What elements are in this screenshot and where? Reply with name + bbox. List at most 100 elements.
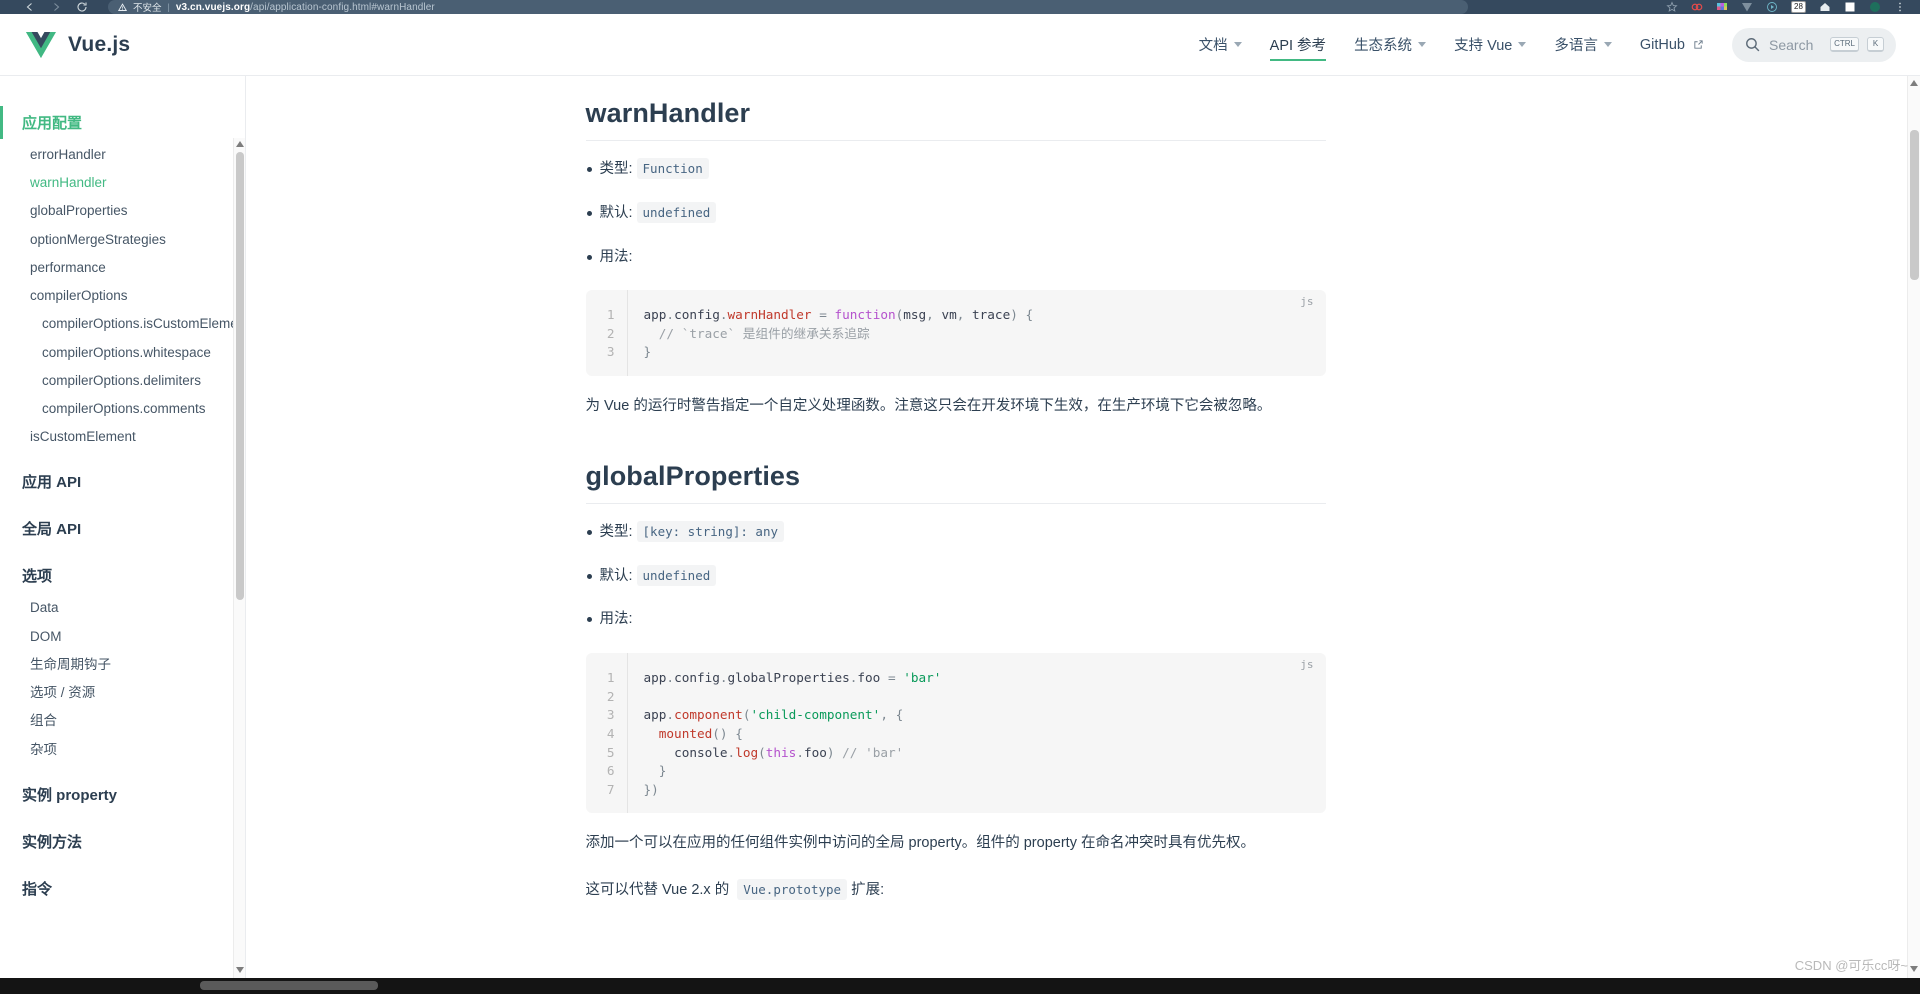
chrome-menu-icon[interactable] bbox=[1894, 1, 1906, 13]
browser-toolbar-icons: 28 bbox=[1666, 1, 1920, 13]
meta-default: 默认: undefined bbox=[586, 564, 1326, 588]
sidebar-item-optionmergestrategies[interactable]: optionMergeStrategies bbox=[0, 226, 245, 254]
sidebar-item-globalproperties[interactable]: globalProperties bbox=[0, 197, 245, 225]
meta-type: 类型: [key: string]: any bbox=[586, 520, 1326, 544]
nav-label: 支持 Vue bbox=[1454, 38, 1513, 54]
sidebar-item-warnhandler[interactable]: warnHandler bbox=[0, 169, 245, 197]
globalproperties-description-2: 这可以代替 Vue 2.x 的 Vue.prototype 扩展: bbox=[586, 878, 1326, 903]
sidebar-group-instance-methods[interactable]: 实例方法 bbox=[0, 825, 245, 858]
doc-page: warnHandler 类型: Function 默认: undefined 用法:… bbox=[585, 76, 1326, 903]
search-input[interactable]: Search CTRL K bbox=[1732, 27, 1896, 62]
search-shortcut-ctrl: CTRL bbox=[1830, 37, 1859, 52]
colorful-extension-icon[interactable] bbox=[1716, 1, 1728, 13]
vue-devtools-icon[interactable] bbox=[1741, 1, 1753, 13]
address-bar[interactable]: 不安全 | v3.cn.vuejs.org/api/application-co… bbox=[108, 0, 1468, 14]
back-icon[interactable] bbox=[24, 1, 36, 13]
not-secure-warning-icon bbox=[118, 2, 127, 11]
sidebar-item-lifecycle-hooks[interactable]: 生命周期钩子 bbox=[0, 651, 245, 679]
meta-usage: 用法: bbox=[586, 609, 1326, 631]
url-path: /api/application-config.html#warnHandler bbox=[250, 1, 435, 13]
sidebar-group-directives[interactable]: 指令 bbox=[0, 872, 245, 905]
sidebar-item-errorhandler[interactable]: errorHandler bbox=[0, 141, 245, 169]
bookmark-star-icon[interactable] bbox=[1666, 1, 1678, 13]
horizontal-scrollbar[interactable] bbox=[0, 978, 1920, 994]
browser-chrome-bar: 不安全 | v3.cn.vuejs.org/api/application-co… bbox=[0, 0, 1920, 14]
scroll-up-arrow-icon[interactable] bbox=[236, 141, 244, 147]
sidebar-item-performance[interactable]: performance bbox=[0, 254, 245, 282]
meta-label: 默认: bbox=[599, 204, 633, 221]
meta-value-code: [key: string]: any bbox=[636, 520, 784, 542]
watermark-label: CSDN @可乐cc呀~ bbox=[1794, 958, 1908, 973]
meta-default: 默认: undefined bbox=[586, 201, 1326, 225]
page-title-globalproperties: globalProperties bbox=[585, 461, 1326, 504]
sidebar-item-dom[interactable]: DOM bbox=[0, 623, 245, 651]
play-circle-icon[interactable] bbox=[1766, 1, 1778, 13]
sidebar-group-app-api[interactable]: 应用 API bbox=[0, 465, 245, 498]
pocket-icon[interactable] bbox=[1691, 1, 1703, 13]
extension-badge-count[interactable]: 28 bbox=[1791, 1, 1806, 13]
nav-item-github[interactable]: GitHub bbox=[1626, 17, 1718, 73]
sidebar-item-compileroptions-comments[interactable]: compilerOptions.comments bbox=[0, 395, 245, 423]
sidebar-item-iscustomelement[interactable]: isCustomElement bbox=[0, 423, 245, 451]
nav-item-api-reference[interactable]: API 参考 bbox=[1256, 14, 1340, 75]
nav-label: 生态系统 bbox=[1354, 38, 1413, 54]
main-content: warnHandler 类型: Function 默认: undefined 用法:… bbox=[246, 76, 1901, 978]
scroll-down-arrow-icon[interactable] bbox=[236, 967, 244, 973]
line-number: 7 bbox=[606, 781, 615, 797]
line-number: 4 bbox=[606, 726, 615, 742]
meta-value-code: Function bbox=[636, 158, 709, 179]
meta-label: 默认: bbox=[599, 567, 633, 584]
scroll-down-arrow-icon[interactable] bbox=[1910, 966, 1918, 972]
line-number: 6 bbox=[606, 763, 615, 779]
nav-item-ecosystem[interactable]: 生态系统 bbox=[1340, 14, 1440, 75]
line-number: 1 bbox=[606, 670, 615, 686]
globalproperties-meta-list: 类型: [key: string]: any 默认: undefined 用法: bbox=[586, 520, 1326, 631]
nav-item-support-vue[interactable]: 支持 Vue bbox=[1440, 14, 1540, 75]
account-circle-icon[interactable] bbox=[1869, 1, 1881, 13]
sidebar-group-global-api[interactable]: 全局 API bbox=[0, 512, 245, 545]
sidebar-item-composition[interactable]: 组合 bbox=[0, 707, 245, 735]
meta-usage: 用法: bbox=[586, 247, 1326, 269]
page-scrollbar[interactable] bbox=[1907, 76, 1920, 978]
sidebar-item-compileroptions-whitespace[interactable]: compilerOptions.whitespace bbox=[0, 339, 245, 367]
reload-icon[interactable] bbox=[76, 1, 88, 13]
forward-icon[interactable] bbox=[50, 1, 62, 13]
meta-label: 类型: bbox=[599, 523, 633, 540]
sidebar-item-compileroptions-iscustomelement[interactable]: compilerOptions.isCustomElement bbox=[0, 310, 245, 338]
nav-label: API 参考 bbox=[1269, 38, 1327, 54]
sidebar-group-options[interactable]: 选项 bbox=[0, 559, 245, 592]
browser-nav-controls bbox=[0, 1, 88, 13]
square-extension-icon[interactable] bbox=[1844, 1, 1856, 13]
code-text[interactable]: app.config.globalProperties.foo = 'bar' … bbox=[586, 669, 1326, 799]
page-scrollbar-thumb[interactable] bbox=[1910, 130, 1919, 280]
sidebar-group-instance-property[interactable]: 实例 property bbox=[0, 778, 245, 811]
sidebar-item-data[interactable]: Data bbox=[0, 594, 245, 622]
sidebar-item-compileroptions[interactable]: compilerOptions bbox=[0, 282, 245, 310]
horizontal-scrollbar-thumb[interactable] bbox=[200, 981, 378, 990]
line-number: 3 bbox=[606, 707, 615, 723]
code-block-warnhandler: js 1 2 3 app.config.warnHandler = functi… bbox=[585, 290, 1326, 377]
site-header: Vue.js 文档 API 参考 生态系统 支持 Vue 多语言 GitHub bbox=[0, 14, 1920, 76]
scroll-up-arrow-icon[interactable] bbox=[1910, 80, 1918, 86]
sidebar-scrollbar[interactable] bbox=[233, 138, 245, 978]
external-link-icon bbox=[1694, 40, 1703, 49]
line-number: 2 bbox=[606, 688, 615, 704]
meta-value-code: undefined bbox=[636, 564, 717, 586]
sidebar-scrollbar-thumb[interactable] bbox=[236, 152, 244, 600]
sidebar-group-app-config[interactable]: 应用配置 bbox=[0, 106, 245, 139]
line-number: 1 bbox=[606, 307, 615, 323]
line-number: 3 bbox=[606, 344, 615, 360]
url-host: v3.cn.vuejs.org bbox=[175, 1, 251, 13]
nav-item-docs[interactable]: 文档 bbox=[1185, 14, 1256, 75]
url-text: v3.cn.vuejs.org/api/application-config.h… bbox=[176, 2, 435, 13]
nav-label: 文档 bbox=[1198, 38, 1228, 54]
warnhandler-meta-list: 类型: Function 默认: undefined 用法: bbox=[586, 158, 1326, 269]
sidebar-item-options-assets[interactable]: 选项 / 资源 bbox=[0, 679, 245, 707]
sidebar-item-compileroptions-delimiters[interactable]: compilerOptions.delimiters bbox=[0, 367, 245, 395]
desc2-code: Vue.prototype bbox=[737, 879, 848, 901]
sidebar-item-misc[interactable]: 杂项 bbox=[0, 736, 245, 764]
code-text[interactable]: app.config.warnHandler = function(msg, v… bbox=[586, 306, 1326, 362]
nav-item-languages[interactable]: 多语言 bbox=[1540, 14, 1626, 75]
brand-logo-link[interactable]: Vue.js bbox=[0, 31, 130, 58]
home-icon[interactable] bbox=[1819, 1, 1831, 13]
